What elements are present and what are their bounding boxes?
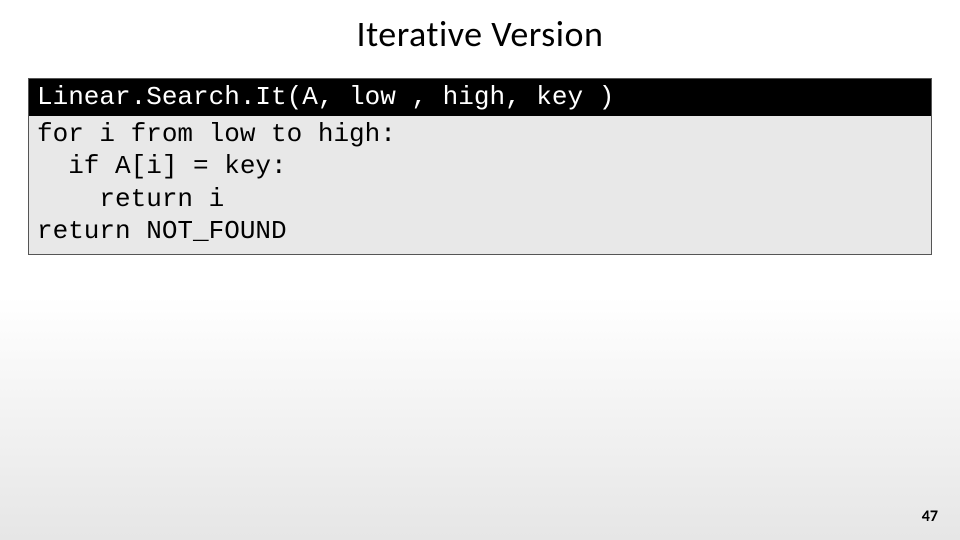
- page-number: 47: [922, 507, 938, 526]
- function-signature: Linear.Search.It(A, low , high, key ): [29, 79, 931, 116]
- slide-title: Iterative Version: [0, 0, 960, 78]
- code-block: Linear.Search.It(A, low , high, key ) fo…: [28, 78, 932, 255]
- function-body: for i from low to high: if A[i] = key: r…: [29, 116, 931, 254]
